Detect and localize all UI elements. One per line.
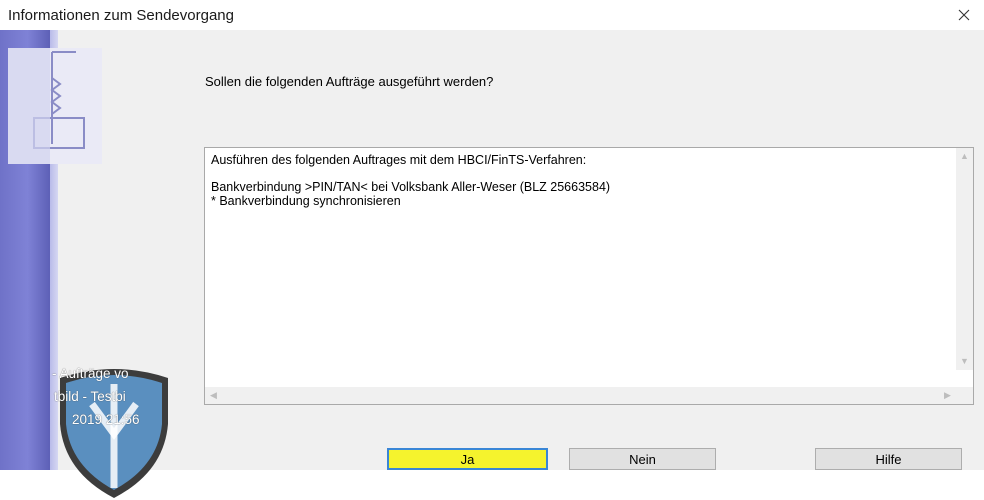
details-line: Ausführen des folgenden Auftrages mit de…: [211, 153, 587, 167]
scroll-right-arrow-icon[interactable]: ▶: [939, 387, 956, 404]
scroll-down-arrow-icon[interactable]: ▼: [956, 353, 973, 370]
title-bar: Informationen zum Sendevorgang: [0, 0, 984, 30]
watermark-line: - Aufträge vo: [52, 366, 129, 381]
question-text: Sollen die folgenden Aufträge ausgeführt…: [205, 74, 494, 89]
order-details-textbox[interactable]: Ausführen des folgenden Auftrages mit de…: [204, 147, 974, 405]
scrollbar-corner: [956, 387, 973, 404]
no-button[interactable]: Nein: [569, 448, 716, 470]
vertical-scrollbar[interactable]: ▲ ▼: [956, 148, 973, 370]
details-line: Bankverbindung >PIN/TAN< bei Volksbank A…: [211, 180, 611, 194]
close-icon: [958, 9, 970, 21]
watermark-line: tbild - Testbi: [54, 389, 126, 404]
details-line: * Bankverbindung synchronisieren: [211, 193, 401, 208]
close-button[interactable]: [944, 0, 984, 30]
scroll-up-arrow-icon[interactable]: ▲: [956, 148, 973, 165]
dialog-body: Sollen die folgenden Aufträge ausgeführt…: [0, 30, 984, 498]
bank-transfer-logo-icon: [8, 48, 102, 164]
shield-badge-icon: [60, 369, 168, 498]
horizontal-scrollbar[interactable]: ◀ ▶: [205, 387, 956, 404]
yes-button[interactable]: Ja: [387, 448, 548, 470]
help-button[interactable]: Hilfe: [815, 448, 962, 470]
scroll-left-arrow-icon[interactable]: ◀: [205, 387, 222, 404]
window-title: Informationen zum Sendevorgang: [8, 7, 234, 24]
details-text: Ausführen des folgenden Auftrages mit de…: [211, 153, 611, 208]
watermark-line: 2019 21:56: [72, 412, 140, 427]
